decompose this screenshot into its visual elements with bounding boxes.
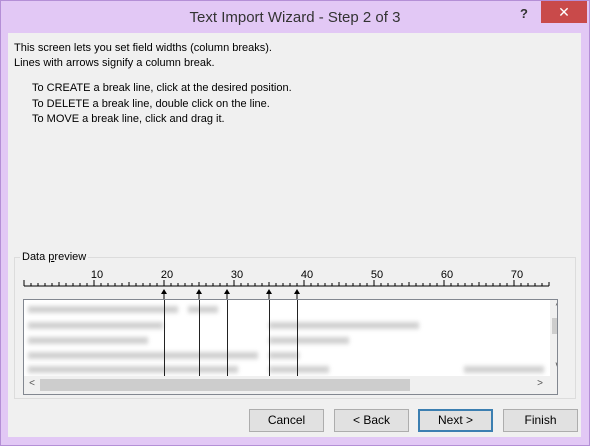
horizontal-scroll-thumb[interactable] xyxy=(40,379,410,391)
column-break-arrow-icon[interactable] xyxy=(196,289,202,299)
column-break-line[interactable] xyxy=(269,300,270,376)
column-break-arrow-icon[interactable] xyxy=(224,289,230,299)
scroll-left-icon[interactable]: < xyxy=(24,378,40,392)
instruction-delete: To DELETE a break line, double click on … xyxy=(32,97,270,110)
horizontal-scrollbar[interactable]: < > xyxy=(24,376,550,394)
finish-button[interactable]: Finish xyxy=(503,409,578,432)
data-preview-label: Data preview xyxy=(20,251,89,263)
title-bar: Text Import Wizard - Step 2 of 3 ? ✕ xyxy=(1,1,589,33)
preview-row-1-b xyxy=(188,306,218,313)
close-icon: ✕ xyxy=(558,4,570,20)
dialog-body: This screen lets you set field widths (c… xyxy=(8,33,581,437)
instruction-move: To MOVE a break line, click and drag it. xyxy=(32,113,225,125)
intro-line-2: Lines with arrows signify a column break… xyxy=(14,57,215,69)
data-preview-pane[interactable]: ^ v < > xyxy=(23,299,558,395)
ruler-tick-label: 70 xyxy=(511,269,523,281)
preview-row-5-c xyxy=(464,366,544,373)
preview-row-5-b xyxy=(269,366,329,373)
close-button[interactable]: ✕ xyxy=(541,1,587,23)
instructions: To CREATE a break line, click at the des… xyxy=(32,81,292,128)
instruction-create: To CREATE a break line, click at the des… xyxy=(32,82,292,94)
column-break-arrow-icon[interactable] xyxy=(266,289,272,299)
next-button[interactable]: Next > xyxy=(418,409,493,432)
column-break-line[interactable] xyxy=(164,300,165,376)
cancel-button[interactable]: Cancel xyxy=(249,409,324,432)
text-import-wizard-dialog: Text Import Wizard - Step 2 of 3 ? ✕ Thi… xyxy=(0,0,590,446)
scroll-down-icon[interactable]: v xyxy=(550,360,558,374)
preview-row-4 xyxy=(28,352,258,359)
preview-row-5 xyxy=(28,366,238,373)
ruler-tick-label: 10 xyxy=(91,269,103,281)
column-ruler[interactable]: 10 20 30 40 50 60 70 xyxy=(23,269,553,299)
ruler-tick-label: 60 xyxy=(441,269,453,281)
ruler-tick-label: 40 xyxy=(301,269,313,281)
back-button[interactable]: < Back xyxy=(334,409,409,432)
preview-row-3-b xyxy=(269,337,349,344)
intro-line-1: This screen lets you set field widths (c… xyxy=(14,42,272,54)
column-break-line[interactable] xyxy=(227,300,228,376)
intro-text: This screen lets you set field widths (c… xyxy=(14,41,272,71)
column-break-arrow-icon[interactable] xyxy=(161,289,167,299)
preview-row-4-b xyxy=(269,352,299,359)
preview-row-2 xyxy=(28,322,163,329)
scroll-corner xyxy=(550,376,557,394)
ruler-tick-label: 20 xyxy=(161,269,173,281)
ruler-tick-label: 30 xyxy=(231,269,243,281)
vertical-scroll-thumb[interactable] xyxy=(552,318,557,334)
vertical-scrollbar[interactable]: ^ v xyxy=(550,300,558,376)
preview-row-3 xyxy=(28,337,148,344)
column-break-line[interactable] xyxy=(297,300,298,376)
column-break-arrow-icon[interactable] xyxy=(294,289,300,299)
column-break-line[interactable] xyxy=(199,300,200,376)
scroll-right-icon[interactable]: > xyxy=(532,378,548,392)
ruler-tick-label: 50 xyxy=(371,269,383,281)
scroll-up-icon[interactable]: ^ xyxy=(550,301,557,315)
window-title: Text Import Wizard - Step 2 of 3 xyxy=(189,9,401,26)
preview-row-2-b xyxy=(269,322,419,329)
help-button[interactable]: ? xyxy=(513,6,535,26)
preview-row-1 xyxy=(28,306,178,313)
